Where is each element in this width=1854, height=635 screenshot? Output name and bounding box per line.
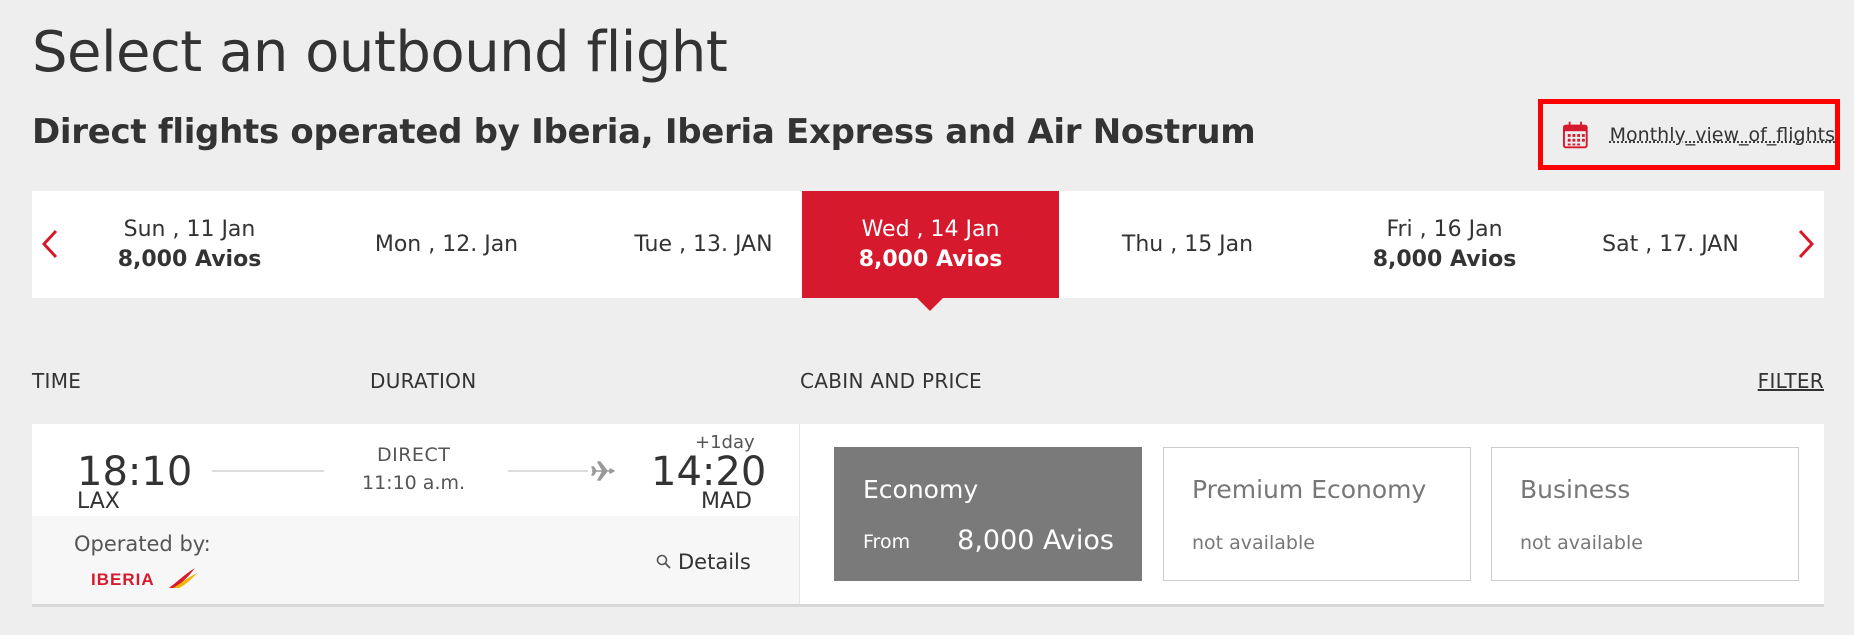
cabin-name: Premium Economy <box>1192 475 1427 504</box>
date-tab-mon-12[interactable]: Mon , 12. Jan <box>318 191 575 298</box>
chevron-left-icon[interactable] <box>38 227 62 261</box>
date-tab-sun-11[interactable]: Sun , 11 Jan 8,000 Avios <box>61 191 318 298</box>
calendar-icon <box>1563 121 1588 148</box>
departure-time: 18:10 <box>77 449 193 495</box>
cabin-from-label: From <box>863 531 911 553</box>
date-label: Fri , 16 Jan <box>1386 216 1503 242</box>
flight-summary: 18:10 LAX DIRECT 11:10 a.m. +1day 14:20 … <box>32 424 800 604</box>
selected-date-pointer <box>917 298 943 311</box>
column-header-duration: DURATION <box>370 369 477 393</box>
date-price: 8,000 Avios <box>858 246 1003 272</box>
page-title: Select an outbound flight <box>32 20 728 85</box>
svg-text:IBERIA: IBERIA <box>91 570 155 589</box>
flight-times: 18:10 LAX DIRECT 11:10 a.m. +1day 14:20 … <box>32 424 799 516</box>
date-label: Mon , 12. Jan <box>374 231 519 257</box>
cabin-name: Economy <box>863 475 979 504</box>
details-link[interactable]: Details <box>656 550 751 574</box>
monthly-view-button[interactable]: Monthly_view_of_flights <box>1538 99 1840 170</box>
cabin-business-card: Business not available <box>1491 447 1799 581</box>
plane-icon <box>591 461 615 481</box>
cabin-economy-card[interactable]: Economy From 8,000 Avios <box>834 447 1142 581</box>
column-header-cabin-price: CABIN AND PRICE <box>800 369 982 393</box>
date-label: Thu , 15 Jan <box>1121 231 1254 257</box>
date-price: 8,000 Avios <box>117 246 262 272</box>
date-label: Wed , 14 Jan <box>861 216 1000 242</box>
iberia-logo: IBERIA <box>91 568 197 589</box>
column-header-time: TIME <box>32 369 82 393</box>
filter-link[interactable]: FILTER <box>1758 369 1824 393</box>
date-tab-tue-13[interactable]: Tue , 13. JAN <box>575 191 832 298</box>
cabin-premium-economy-card: Premium Economy not available <box>1163 447 1471 581</box>
cabin-status: not available <box>1192 532 1315 554</box>
arrival-airport: MAD <box>701 489 752 514</box>
date-tab-thu-15[interactable]: Thu , 15 Jan <box>1059 191 1316 298</box>
arrival-time: 14:20 <box>651 449 767 495</box>
flight-type: DIRECT <box>377 444 451 466</box>
cabin-price: 8,000 Avios <box>957 525 1114 556</box>
date-tab-wed-14-selected[interactable]: Wed , 14 Jan 8,000 Avios <box>802 191 1059 298</box>
details-label: Details <box>678 550 751 574</box>
chevron-right-icon[interactable] <box>1794 227 1818 261</box>
operated-by-label: Operated by: <box>74 532 211 556</box>
date-strip: Sun , 11 Jan 8,000 Avios Mon , 12. Jan T… <box>32 191 1824 298</box>
date-price: 8,000 Avios <box>1372 246 1517 272</box>
page-subtitle: Direct flights operated by Iberia, Iberi… <box>32 112 1256 152</box>
date-tab-sat-17[interactable]: Sat , 17. JAN <box>1542 191 1799 298</box>
departure-airport: LAX <box>77 489 120 514</box>
flight-row: 18:10 LAX DIRECT 11:10 a.m. +1day 14:20 … <box>32 424 1824 607</box>
monthly-view-label: Monthly_view_of_flights <box>1609 123 1835 146</box>
date-label: Sat , 17. JAN <box>1602 231 1739 257</box>
date-label: Tue , 13. JAN <box>634 231 773 257</box>
magnifier-icon <box>656 554 671 569</box>
date-tab-fri-16[interactable]: Fri , 16 Jan 8,000 Avios <box>1316 191 1573 298</box>
cabin-status: not available <box>1520 532 1643 554</box>
flight-duration: 11:10 a.m. <box>362 472 466 494</box>
cabin-name: Business <box>1520 475 1631 504</box>
date-label: Sun , 11 Jan <box>123 216 256 242</box>
route-line <box>508 470 588 472</box>
route-line <box>212 470 324 472</box>
